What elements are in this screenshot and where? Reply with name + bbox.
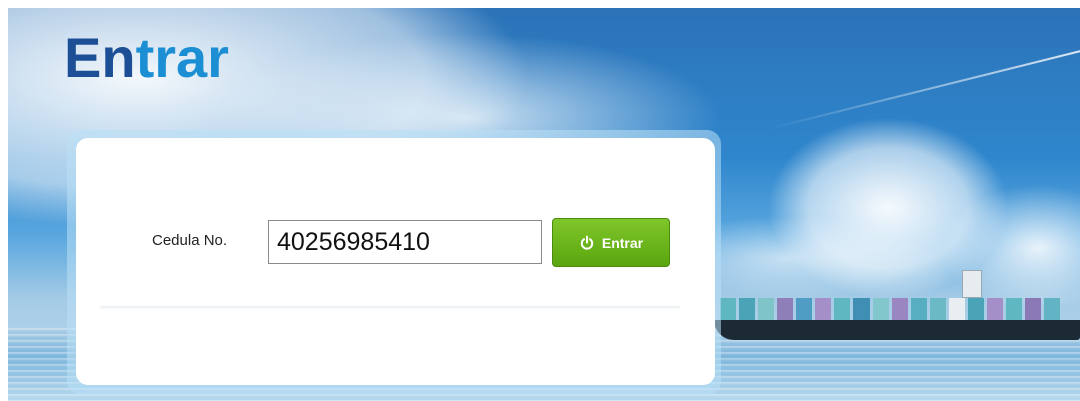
card-divider — [100, 306, 680, 310]
page-title-part-2: trar — [135, 26, 229, 89]
ship-containers — [720, 298, 1061, 320]
page-title: Entrar — [64, 25, 229, 90]
ship-bridge — [962, 270, 982, 298]
entrar-button-label: Entrar — [601, 234, 644, 251]
cargo-ship-image — [714, 270, 1080, 340]
cedula-input[interactable] — [268, 220, 542, 264]
contrail — [767, 48, 1080, 130]
entrar-button[interactable]: Entrar — [552, 218, 670, 267]
ship-hull — [714, 320, 1080, 340]
power-icon — [579, 235, 595, 251]
cedula-label: Cedula No. — [152, 232, 228, 249]
page-title-part-1: En — [64, 26, 136, 89]
